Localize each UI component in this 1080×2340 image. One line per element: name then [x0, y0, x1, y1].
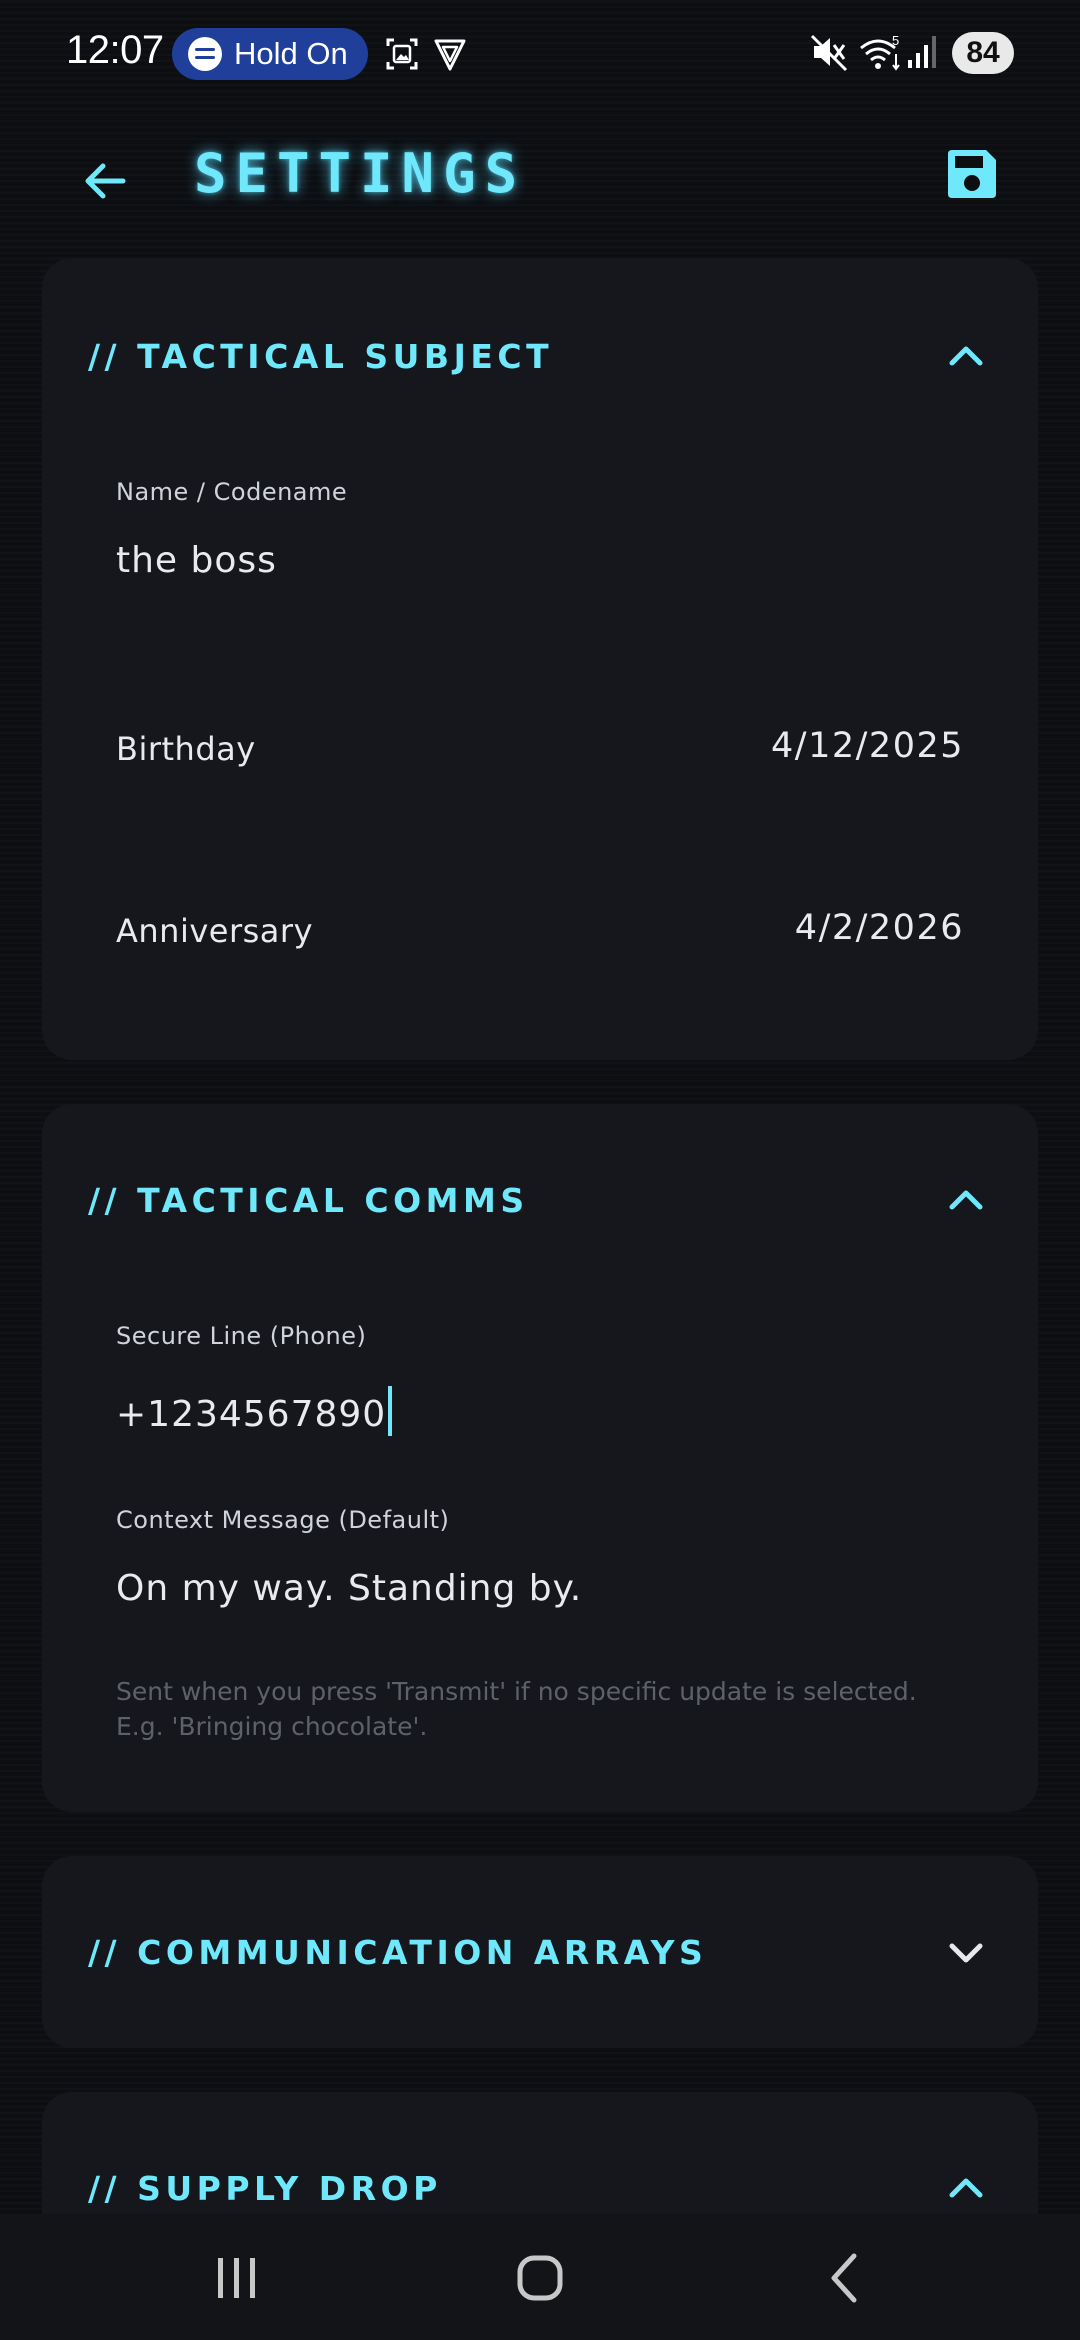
- wifi-icon: 5: [860, 33, 900, 71]
- text-cursor: [388, 1386, 393, 1436]
- phone-field-label: Secure Line (Phone): [116, 1322, 367, 1350]
- context-message-helper: Sent when you press 'Transmit' if no spe…: [116, 1674, 996, 1744]
- chevron-up-icon: [949, 346, 983, 366]
- name-field-label: Name / Codename: [116, 478, 348, 506]
- page-title: SETTINGS: [194, 142, 527, 205]
- name-input[interactable]: the boss: [116, 540, 277, 581]
- section-title: // COMMUNICATION ARRAYS: [88, 1933, 708, 1972]
- status-bar: 12:07 Hold On 5 84: [0, 0, 1080, 108]
- context-message-input[interactable]: On my way. Standing by.: [116, 1568, 582, 1609]
- card-communication-arrays: // COMMUNICATION ARRAYS: [42, 1856, 1038, 2048]
- section-header-tactical-comms[interactable]: // TACTICAL COMMS: [42, 1104, 1038, 1294]
- birthday-date-picker[interactable]: 4/12/2025: [771, 726, 964, 766]
- anniversary-date-picker[interactable]: 4/2/2026: [795, 908, 964, 948]
- media-playing-pill[interactable]: Hold On: [172, 28, 368, 80]
- battery-indicator: 84: [952, 32, 1014, 74]
- message-field-label: Context Message (Default): [116, 1506, 450, 1534]
- recents-icon: [218, 2258, 255, 2298]
- svg-text:5: 5: [892, 33, 899, 48]
- floppy-disk-icon: [948, 150, 996, 198]
- screenshot-icon: [386, 38, 418, 70]
- save-button[interactable]: [944, 146, 1008, 210]
- helper-line: Sent when you press 'Transmit' if no spe…: [116, 1677, 917, 1706]
- phone-input[interactable]: +1234567890: [116, 1386, 393, 1436]
- spotify-icon: [188, 37, 222, 71]
- helper-line: E.g. 'Bringing chocolate'.: [116, 1712, 428, 1741]
- chevron-up-icon: [949, 2178, 983, 2198]
- section-header-tactical-subject[interactable]: // TACTICAL SUBJECT: [42, 258, 1038, 448]
- chevron-up-icon: [949, 1190, 983, 1210]
- anniversary-label: Anniversary: [116, 912, 313, 950]
- status-time: 12:07: [66, 28, 164, 72]
- mute-icon: [810, 34, 848, 72]
- recents-button[interactable]: [136, 2214, 336, 2340]
- birthday-label: Birthday: [116, 730, 256, 768]
- home-button[interactable]: [440, 2214, 640, 2340]
- section-title: // TACTICAL SUBJECT: [88, 337, 554, 376]
- nav-back-button[interactable]: [742, 2214, 942, 2340]
- back-button[interactable]: [70, 146, 140, 216]
- signal-icon: [908, 36, 936, 68]
- media-title: Hold On: [234, 36, 348, 71]
- section-title: // SUPPLY DROP: [88, 2169, 442, 2208]
- section-title: // TACTICAL COMMS: [88, 1181, 529, 1220]
- section-header-communication-arrays[interactable]: // COMMUNICATION ARRAYS: [42, 1856, 1038, 2048]
- back-icon: [831, 2253, 857, 2303]
- chevron-down-icon: [949, 1943, 983, 1963]
- card-tactical-comms: // TACTICAL COMMS Secure Line (Phone) +1…: [42, 1104, 1038, 1812]
- vpn-shield-icon: [434, 39, 466, 71]
- arrow-left-icon: [85, 163, 126, 199]
- card-tactical-subject: // TACTICAL SUBJECT Name / Codename the …: [42, 258, 1038, 1060]
- app-bar: SETTINGS: [0, 120, 1080, 230]
- home-icon: [517, 2255, 563, 2301]
- phone-input-value: +1234567890: [116, 1394, 387, 1435]
- system-nav-bar: [0, 2214, 1080, 2340]
